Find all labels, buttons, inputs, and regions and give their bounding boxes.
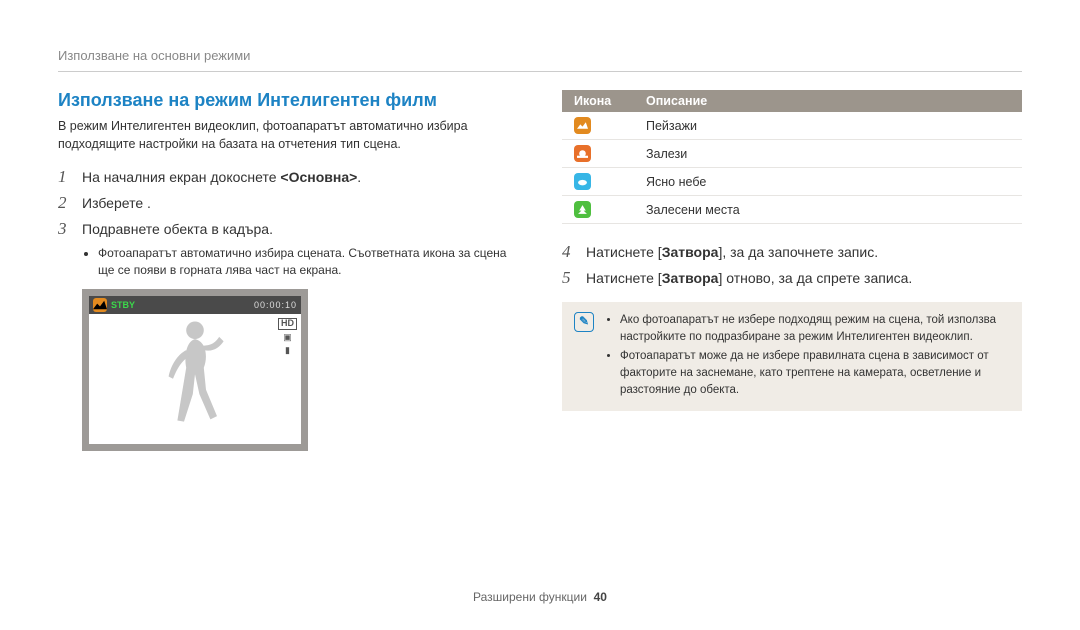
table-row: Ясно небе xyxy=(562,168,1022,196)
step-number: 3 xyxy=(58,219,72,239)
row-label: Ясно небе xyxy=(634,168,1022,196)
step-4-post: ], за да започнете запис. xyxy=(718,244,878,260)
battery-icon: ▮ xyxy=(285,346,290,356)
page-footer: Разширени функции 40 xyxy=(0,590,1080,604)
forest-icon xyxy=(574,201,591,218)
hd-badge: HD xyxy=(278,318,297,330)
step-3: 3 Подравнете обекта в кадъра. xyxy=(58,219,518,239)
step-2: 2 Изберете . xyxy=(58,193,518,213)
row-label: Залези xyxy=(634,140,1022,168)
th-icon: Икона xyxy=(562,90,634,112)
sunset-icon xyxy=(574,145,591,162)
intro-text: В режим Интелигентен видеоклип, фотоапар… xyxy=(58,117,518,153)
step-5-post: ] отново, за да спрете записа. xyxy=(718,270,912,286)
right-column: Икона Описание Пейзажи Залези xyxy=(562,90,1022,451)
section-title: Използване на режим Интелигентен филм xyxy=(58,90,518,111)
table-row: Залесени места xyxy=(562,196,1022,224)
step-5-pre: Натиснете [ xyxy=(586,270,662,286)
landscape-icon xyxy=(574,117,591,134)
step-1-pre: На началния екран докоснете xyxy=(82,169,280,185)
note-icon: ✎ xyxy=(574,312,594,332)
exposure-icon: ▣ xyxy=(283,333,292,343)
page-number: 40 xyxy=(594,590,607,604)
step-4-pre: Натиснете [ xyxy=(586,244,662,260)
camera-preview: STBY 00:00:10 HD ▣ ▮ xyxy=(82,289,308,451)
step-1-post: . xyxy=(357,169,361,185)
step-3-text: Подравнете обекта в кадъра. xyxy=(82,221,273,237)
timer-label: 00:00:10 xyxy=(254,300,297,310)
note-bullet-1: Ако фотоапаратът не избере подходящ режи… xyxy=(620,312,1010,345)
step-number: 4 xyxy=(562,242,576,262)
running-header: Използване на основни режими xyxy=(58,48,1022,63)
table-row: Залези xyxy=(562,140,1022,168)
step-4-bold: Затвора xyxy=(662,244,719,260)
step-1: 1 На началния екран докоснете <Основна>. xyxy=(58,167,518,187)
step-number: 2 xyxy=(58,193,72,213)
table-row: Пейзажи xyxy=(562,112,1022,140)
note-box: ✎ Ако фотоапаратът не избере подходящ ре… xyxy=(562,302,1022,411)
preview-topbar: STBY 00:00:10 xyxy=(89,296,301,314)
step-4: 4 Натиснете [Затвора], за да започнете з… xyxy=(562,242,1022,262)
clear-sky-icon xyxy=(574,173,591,190)
step-5: 5 Натиснете [Затвора] отново, за да спре… xyxy=(562,268,1022,288)
left-column: Използване на режим Интелигентен филм В … xyxy=(58,90,518,451)
step-1-bold: <Основна> xyxy=(280,169,357,185)
row-label: Залесени места xyxy=(634,196,1022,224)
step-5-bold: Затвора xyxy=(662,270,719,286)
row-label: Пейзажи xyxy=(634,112,1022,140)
step-3-sub: Фотоапаратът автоматично избира сцената.… xyxy=(98,245,518,279)
stby-label: STBY xyxy=(111,300,135,310)
landscape-icon xyxy=(93,298,107,312)
scene-icon-table: Икона Описание Пейзажи Залези xyxy=(562,90,1022,224)
note-bullet-2: Фотоапаратът може да не избере правилнат… xyxy=(620,348,1010,398)
step-2-text: Изберете . xyxy=(82,195,151,211)
skater-silhouette xyxy=(160,317,230,432)
divider xyxy=(58,71,1022,72)
th-desc: Описание xyxy=(634,90,1022,112)
step-number: 5 xyxy=(562,268,576,288)
step-number: 1 xyxy=(58,167,72,187)
preview-side-icons: HD ▣ ▮ xyxy=(278,318,297,356)
footer-label: Разширени функции xyxy=(473,590,587,604)
